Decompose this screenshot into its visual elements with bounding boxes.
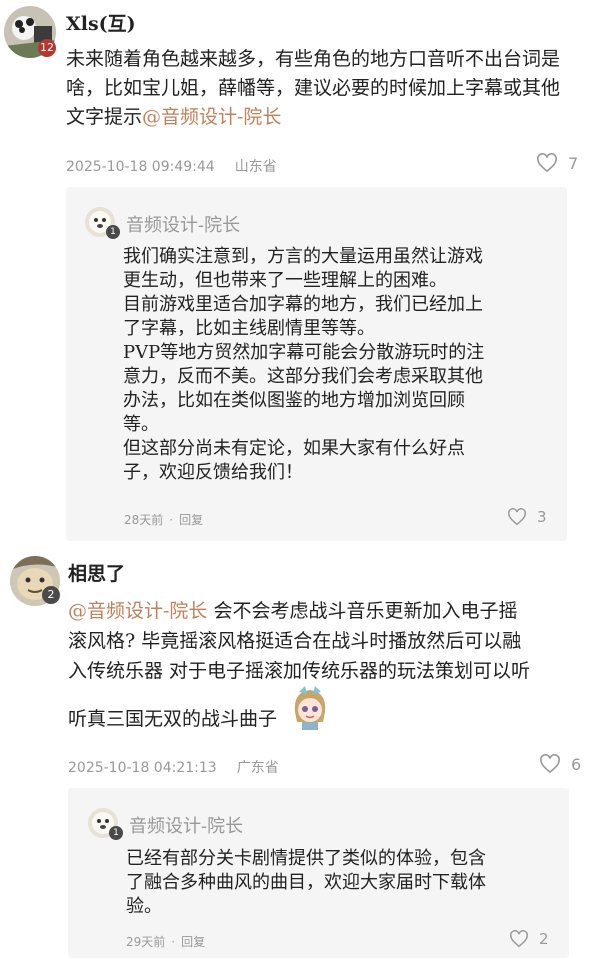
heart-outline-icon (540, 754, 560, 774)
comment-time: 2025-10-18 04:21:13 (68, 760, 217, 776)
user-level-badge: 12 (38, 39, 56, 57)
reply-username[interactable]: 音频设计-院长 (126, 211, 240, 237)
reply-text: 已经有部分关卡剧情提供了类似的体验，包含 了融合多种曲风的曲目，欢迎大家届时下载… (126, 848, 486, 917)
heart-outline-icon (510, 930, 528, 948)
comment-meta: 2025-10-18 09:49:44 山东省 (66, 156, 277, 176)
like-count: 2 (539, 930, 549, 948)
reply-action[interactable]: 回复 (179, 513, 203, 527)
like-count: 7 (568, 153, 579, 173)
like-button[interactable]: 2 (509, 930, 549, 948)
reply-time: 28天前 (124, 513, 164, 527)
reply-text: 我们确实注意到，方言的大量运用虽然让游戏 更生动，但也带来了一些理解上的困难。 … (123, 246, 485, 483)
comment-text: @音频设计-院长 会不会考虑战斗音乐更新加入电子摇 滚风格? 毕竟摇滚风格挺适合… (68, 600, 531, 732)
like-count: 3 (537, 508, 547, 526)
heart-outline-icon (537, 153, 557, 173)
like-button[interactable]: 7 (536, 153, 578, 173)
user-level-badge: 1 (106, 225, 120, 239)
user-level-badge: 2 (42, 586, 60, 604)
reply-username[interactable]: 音频设计-院长 (129, 812, 243, 838)
comment-location: 广东省 (236, 760, 279, 776)
comment-time: 2025-10-18 09:49:44 (66, 159, 215, 175)
username[interactable]: Xls(互) (66, 9, 136, 36)
username[interactable]: 相思了 (68, 559, 125, 586)
mention-link[interactable]: @音频设计-院长 (68, 600, 207, 622)
comment-text: 未来随着角色越来越多，有些角色的地方口音听不出台词是啥，比如宝儿姐，薛幡等，建议… (66, 48, 561, 128)
like-button[interactable]: 3 (507, 508, 547, 526)
reply-meta: 29天前 · 回复 (126, 935, 206, 949)
comment-meta: 2025-10-18 04:21:13 广东省 (68, 757, 279, 777)
like-count: 6 (571, 754, 582, 774)
reply-time: 29天前 (126, 935, 166, 949)
comment-location: 山东省 (234, 159, 277, 175)
anime-girl-sticker (285, 682, 335, 732)
reply-box: 1 音频设计-院长 我们确实注意到，方言的大量运用虽然让游戏 更生动，但也带来了… (66, 187, 567, 541)
reply-meta: 28天前 · 回复 (124, 513, 204, 527)
like-button[interactable]: 6 (539, 754, 581, 774)
heart-outline-icon (508, 508, 526, 526)
mention-link[interactable]: @音频设计-院长 (142, 106, 281, 128)
reply-action[interactable]: 回复 (181, 935, 205, 949)
reply-box: 1 音频设计-院长 已经有部分关卡剧情提供了类似的体验，包含 了融合多种曲风的曲… (68, 788, 569, 958)
user-level-badge: 1 (109, 826, 123, 840)
